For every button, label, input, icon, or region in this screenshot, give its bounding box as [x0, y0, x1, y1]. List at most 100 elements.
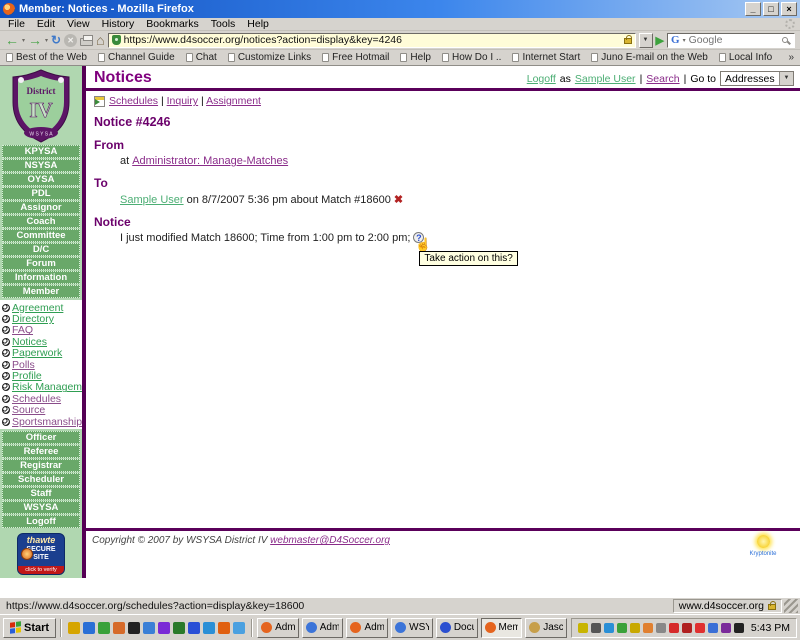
- tray-icon[interactable]: [617, 623, 627, 633]
- to-user-link[interactable]: Sample User: [120, 194, 184, 206]
- host-badge[interactable]: Kryptonite: [736, 535, 790, 557]
- sidebar-button-information[interactable]: Information: [2, 271, 80, 284]
- bookmark-chat[interactable]: Chat: [186, 52, 217, 63]
- tray-icon[interactable]: [682, 623, 692, 633]
- logoff-link[interactable]: Logoff: [527, 73, 556, 85]
- back-dropdown-icon[interactable]: ▾: [22, 37, 25, 44]
- command-prompt-icon[interactable]: [128, 622, 140, 634]
- sidebar-button-staff[interactable]: Staff: [2, 487, 80, 500]
- menu-history[interactable]: History: [96, 18, 141, 30]
- sidebar-link-faq[interactable]: FAQ: [12, 324, 33, 336]
- sidebar-link-source[interactable]: Source: [12, 404, 45, 416]
- user-link[interactable]: Sample User: [575, 73, 636, 85]
- bookmark-customize-links[interactable]: Customize Links: [228, 52, 311, 63]
- close-button[interactable]: ×: [781, 2, 797, 16]
- sidebar-link-directory[interactable]: Directory: [12, 313, 54, 325]
- bookmark-how-do-i[interactable]: How Do I ..: [442, 52, 501, 63]
- tray-icon[interactable]: [591, 623, 601, 633]
- delete-x-icon[interactable]: ✖: [394, 193, 403, 206]
- sidebar-button-logoff[interactable]: Logoff: [2, 515, 80, 528]
- sidebar-button-referee[interactable]: Referee: [2, 445, 80, 458]
- sidebar-link-sportsmanship[interactable]: Sportsmanship: [12, 416, 82, 428]
- bookmark-help[interactable]: Help: [400, 52, 431, 63]
- subnav-link-schedules[interactable]: Schedules: [109, 95, 158, 107]
- powerpoint-icon[interactable]: [113, 622, 125, 634]
- bookmark-juno-e-mail-on-the-web[interactable]: Juno E-mail on the Web: [591, 52, 708, 63]
- word-icon[interactable]: [188, 622, 200, 634]
- taskbar-task-membe[interactable]: Membe...: [481, 618, 523, 638]
- bookmark-best-of-the-web[interactable]: Best of the Web: [6, 52, 87, 63]
- taskbar-task-administ[interactable]: Administ...: [257, 618, 299, 638]
- sidebar-link-schedules[interactable]: Schedules: [12, 393, 61, 405]
- url-dropdown-button[interactable]: [639, 33, 653, 48]
- sidebar-link-agreement[interactable]: Agreement: [12, 302, 63, 314]
- excel-icon[interactable]: [173, 622, 185, 634]
- tray-icon[interactable]: [643, 623, 653, 633]
- menu-file[interactable]: File: [2, 18, 31, 30]
- sidebar-link-polls[interactable]: Polls: [12, 359, 35, 371]
- taskbar-task-administ[interactable]: Administ...: [302, 618, 344, 638]
- minimize-button[interactable]: _: [745, 2, 761, 16]
- tray-icon[interactable]: [734, 623, 744, 633]
- print-icon[interactable]: [80, 38, 93, 46]
- taskbar-task-wsysa[interactable]: WSYSA ...: [391, 618, 433, 638]
- bookmark-channel-guide[interactable]: Channel Guide: [98, 52, 175, 63]
- taskbar-task-docume[interactable]: Docume...: [436, 618, 478, 638]
- msn-icon[interactable]: [98, 622, 110, 634]
- sidebar-link-notices[interactable]: Notices: [12, 336, 47, 348]
- stop-button[interactable]: [64, 34, 77, 47]
- tray-icon[interactable]: [669, 623, 679, 633]
- acrobat-icon[interactable]: [158, 622, 170, 634]
- subnav-link-assignment[interactable]: Assignment: [206, 95, 261, 107]
- search-icon[interactable]: [143, 622, 155, 634]
- tray-icon[interactable]: [695, 623, 705, 633]
- sidebar-button-wsysa[interactable]: WSYSA: [2, 501, 80, 514]
- subnav-link-inquiry[interactable]: Inquiry: [167, 95, 199, 107]
- tray-icon[interactable]: [721, 623, 731, 633]
- tray-icon[interactable]: [578, 623, 588, 633]
- maximize-button[interactable]: □: [763, 2, 779, 16]
- chevron-down-icon[interactable]: [779, 72, 793, 85]
- bookmark-local-info[interactable]: Local Info: [719, 52, 772, 63]
- from-link[interactable]: Administrator: Manage-Matches: [132, 155, 288, 167]
- sidebar-button-kpysa[interactable]: KPYSA: [2, 145, 80, 158]
- search-engine-dropdown-icon[interactable]: ▾: [683, 37, 686, 44]
- sidebar-button-d-c[interactable]: D/C: [2, 243, 80, 256]
- url-input[interactable]: [124, 34, 621, 46]
- search-icon[interactable]: [782, 37, 788, 43]
- thawte-secure-site-badge[interactable]: thawte SECURE SITE click to verify: [17, 533, 65, 575]
- menu-edit[interactable]: Edit: [31, 18, 61, 30]
- bookmark-free-hotmail[interactable]: Free Hotmail: [322, 52, 389, 63]
- search-link[interactable]: Search: [646, 73, 679, 85]
- home-button[interactable]: [96, 33, 104, 48]
- forward-button[interactable]: [28, 32, 42, 48]
- taskbar-task-jasc-pai[interactable]: Jasc Pai...: [525, 618, 567, 638]
- resize-grip[interactable]: [784, 599, 798, 613]
- back-button[interactable]: [5, 32, 19, 48]
- sidebar-link-paperwork[interactable]: Paperwork: [12, 347, 62, 359]
- bookmark-internet-start[interactable]: Internet Start: [512, 52, 580, 63]
- sidebar-button-assignor[interactable]: Assignor: [2, 201, 80, 214]
- sidebar-button-scheduler[interactable]: Scheduler: [2, 473, 80, 486]
- start-button[interactable]: Start: [3, 618, 56, 638]
- reload-button[interactable]: [51, 33, 61, 47]
- outlook-icon[interactable]: [68, 622, 80, 634]
- tray-icon[interactable]: [708, 623, 718, 633]
- bookmarks-overflow-chevron[interactable]: »: [782, 52, 794, 63]
- menu-view[interactable]: View: [61, 18, 96, 30]
- sidebar-link-risk-management[interactable]: Risk Management: [12, 381, 82, 393]
- webmaster-link[interactable]: webmaster@D4Soccer.org: [270, 535, 390, 546]
- internet-explorer-icon[interactable]: [83, 622, 95, 634]
- menu-bookmarks[interactable]: Bookmarks: [140, 18, 205, 30]
- sidebar-button-committee[interactable]: Committee: [2, 229, 80, 242]
- search-input[interactable]: [689, 34, 779, 46]
- sidebar-button-nsysa[interactable]: NSYSA: [2, 159, 80, 172]
- tray-icon[interactable]: [630, 623, 640, 633]
- sidebar-button-member[interactable]: Member: [2, 285, 80, 298]
- forward-dropdown-icon[interactable]: ▾: [45, 37, 48, 44]
- sidebar-link-profile[interactable]: Profile: [12, 370, 42, 382]
- sidebar-button-oysa[interactable]: OYSA: [2, 173, 80, 186]
- firefox-icon[interactable]: [218, 622, 230, 634]
- tray-icon[interactable]: [604, 623, 614, 633]
- taskbar-task-administ[interactable]: Administ...: [346, 618, 388, 638]
